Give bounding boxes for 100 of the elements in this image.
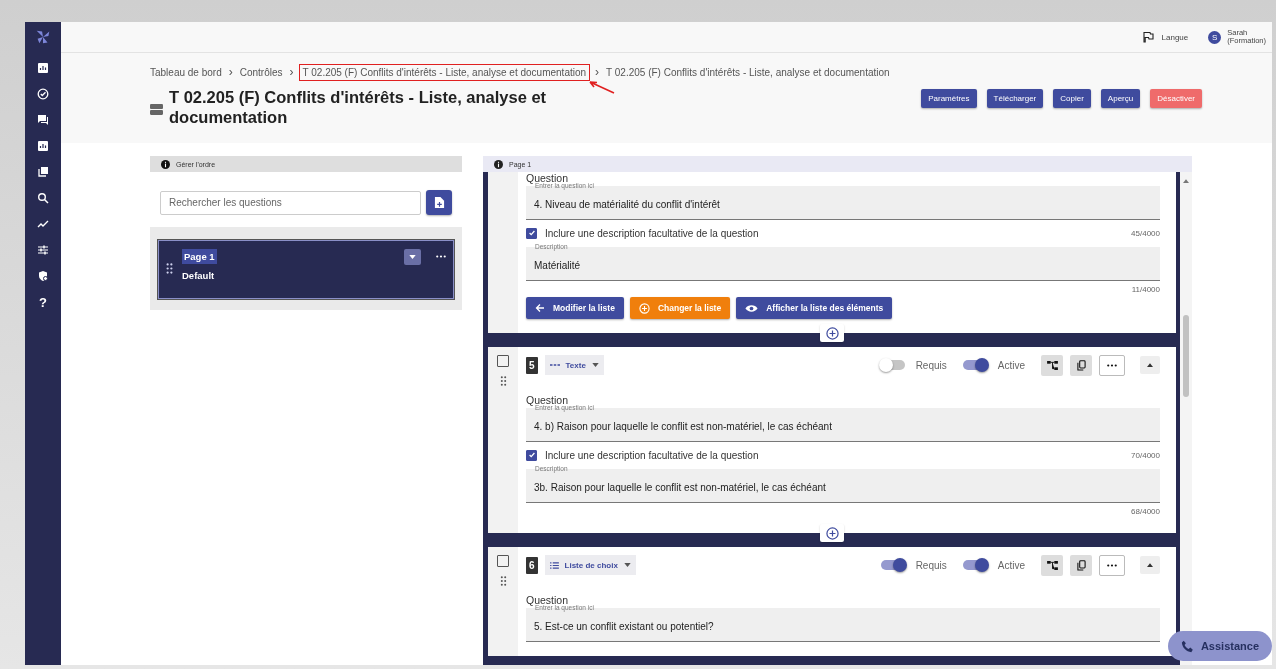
- required-toggle[interactable]: [880, 560, 905, 570]
- copy-icon: [1076, 559, 1086, 571]
- text-type-icon: [549, 363, 560, 367]
- field-value: 4. Niveau de matérialité du conflit d'intérêt: [534, 199, 720, 210]
- flag-icon: [1141, 31, 1154, 43]
- type-dropdown[interactable]: Liste de choix: [544, 555, 636, 575]
- duplicate-button[interactable]: [1070, 554, 1092, 576]
- list-icon: [549, 561, 559, 569]
- assistance-button[interactable]: Assistance: [1167, 631, 1272, 661]
- question-number: 5: [526, 356, 538, 374]
- type-label: Liste de choix: [564, 560, 618, 570]
- duplicate-button[interactable]: [1070, 354, 1092, 376]
- page-card[interactable]: Page 1 Default: [157, 239, 455, 300]
- type-label: Texte: [565, 360, 586, 370]
- collapse-button[interactable]: [1140, 356, 1160, 374]
- action-button[interactable]: Paramètres: [921, 89, 977, 108]
- character-count: 45/4000: [1131, 228, 1160, 238]
- add-question-button[interactable]: [820, 524, 844, 542]
- toggle-label: Active: [997, 559, 1025, 571]
- field-value: 5. Est-ce un conflit existant ou potentiel?: [534, 621, 714, 632]
- sliders-icon[interactable]: [37, 244, 49, 256]
- annotation-arrow: [586, 78, 617, 95]
- check-circle-icon[interactable]: [37, 88, 49, 100]
- type-dropdown[interactable]: Texte: [544, 355, 604, 375]
- checkbox-label: Inclure une description facultative de la question: [545, 449, 759, 461]
- scrollbar[interactable]: [1180, 172, 1192, 665]
- check-icon: [527, 229, 536, 237]
- branch-button[interactable]: [1041, 354, 1063, 376]
- help-link[interactable]: ?: [39, 296, 47, 309]
- plus-circle-icon: [638, 302, 650, 314]
- search-icon[interactable]: [37, 192, 49, 204]
- action-button[interactable]: Copier: [1053, 89, 1091, 108]
- more-icon: [436, 254, 446, 258]
- arrow-left-icon: [535, 303, 545, 313]
- add-question-button[interactable]: [820, 324, 844, 342]
- file-plus-icon: [433, 196, 445, 209]
- phone-icon: [1180, 639, 1194, 653]
- action-button[interactable]: Aperçu: [1100, 89, 1141, 108]
- caret-up-icon: [1147, 563, 1153, 567]
- breadcrumb-link[interactable]: T 02.205 (F) Conflits d'intérêts - Liste, analyse et documentation: [300, 65, 589, 79]
- bar-chart-icon[interactable]: [37, 62, 49, 74]
- select-checkbox[interactable]: [497, 355, 509, 367]
- character-count: 11/4000: [1131, 284, 1160, 294]
- caret-icon: [623, 563, 631, 567]
- info-icon: [161, 159, 170, 169]
- copy-icon: [1076, 359, 1086, 371]
- shield-icon[interactable]: [37, 270, 49, 282]
- question-label: Question: [526, 394, 569, 406]
- collapse-button[interactable]: [1140, 556, 1160, 574]
- add-page-button[interactable]: [426, 190, 452, 215]
- branch-button[interactable]: [1041, 554, 1063, 576]
- library-icon[interactable]: [37, 166, 49, 178]
- user-avatar[interactable]: S: [1208, 30, 1222, 44]
- checkbox-label: Inclure une description facultative de la question: [545, 227, 759, 239]
- breadcrumb-link[interactable]: Tableau de bord: [150, 66, 222, 78]
- breadcrumb-separator: ›: [595, 65, 600, 79]
- active-toggle[interactable]: [962, 560, 987, 570]
- field-value: 3b. Raison pour laquelle le conflit est non-matériel, le cas échéant: [534, 482, 826, 493]
- breadcrumb-link[interactable]: Contrôles: [239, 66, 283, 78]
- page-title: T 02.205 (F) Conflits d'intérêts - Liste, analyse et documentation: [169, 87, 548, 127]
- trend-line-icon[interactable]: [37, 218, 49, 230]
- hierarchy-icon: [1046, 560, 1058, 570]
- dropdown-button[interactable]: [404, 249, 421, 265]
- scrollbar-thumb[interactable]: [1183, 315, 1189, 397]
- drag-handle-icon[interactable]: [499, 576, 507, 586]
- language-button[interactable]: Langue: [1141, 31, 1189, 43]
- required-toggle[interactable]: [880, 360, 905, 370]
- select-checkbox[interactable]: [497, 555, 509, 567]
- description-checkbox[interactable]: [526, 449, 537, 461]
- drag-handle-icon[interactable]: [499, 376, 507, 386]
- page-title-label: Page 1: [182, 249, 217, 264]
- caret-icon: [409, 255, 416, 259]
- list-button[interactable]: Modifier la liste: [526, 297, 624, 319]
- character-count: 70/4000: [1131, 450, 1160, 460]
- character-count: 68/4000: [1131, 506, 1160, 516]
- more-icon: [1107, 563, 1117, 567]
- stack-icon: [150, 103, 163, 116]
- field-value: 4. b) Raison pour laquelle le conflit est non-matériel, le cas échéant: [534, 421, 832, 432]
- chat-icon[interactable]: [37, 114, 49, 126]
- breadcrumb-separator: ›: [228, 65, 233, 79]
- description-checkbox[interactable]: [526, 227, 537, 239]
- action-button[interactable]: Télécharger: [986, 89, 1044, 108]
- active-toggle[interactable]: [962, 360, 987, 370]
- bar-chart-icon[interactable]: [37, 140, 49, 152]
- caret-up-icon: [1147, 363, 1153, 367]
- page-subtitle: Default: [182, 270, 216, 281]
- search-field[interactable]: Rechercher les questions: [160, 190, 421, 215]
- more-icon: [1107, 363, 1117, 367]
- info-icon: [494, 159, 503, 169]
- list-button[interactable]: Afficher la liste des éléments: [736, 297, 893, 319]
- plus-circle-icon: [825, 326, 839, 340]
- toggle-label: Requis: [915, 559, 947, 571]
- check-icon: [527, 451, 536, 459]
- drag-handle-icon[interactable]: [166, 263, 173, 274]
- eye-icon: [745, 303, 759, 313]
- plus-circle-icon: [825, 526, 839, 540]
- field-value: Matérialité: [534, 260, 581, 271]
- breadcrumb-link[interactable]: T 02.205 (F) Conflits d'intérêts - Liste, analyse et documentation: [606, 66, 890, 78]
- question-label: Question: [526, 594, 569, 606]
- breadcrumb-separator: ›: [289, 65, 294, 79]
